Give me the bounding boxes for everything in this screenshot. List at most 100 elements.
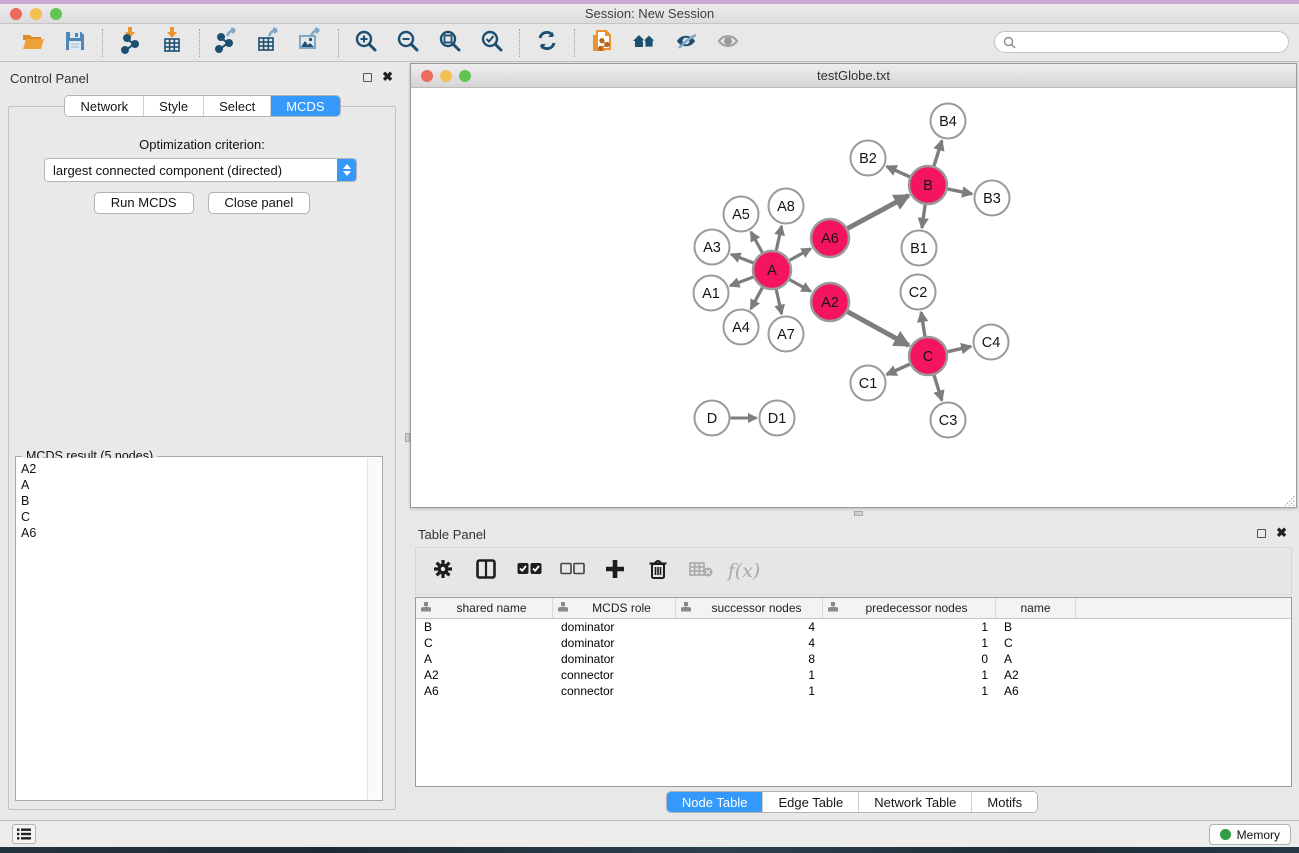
graph-node-B3[interactable]: B3 [975, 181, 1010, 216]
zoom-fit-button[interactable] [434, 28, 466, 58]
graph-edge-A-A4[interactable] [751, 288, 763, 309]
result-list-item[interactable]: A2 [21, 461, 367, 477]
graphics-details-button[interactable] [670, 28, 702, 58]
table-cell[interactable]: 4 [676, 620, 823, 634]
apply-layout-button[interactable] [531, 28, 563, 58]
result-list-item[interactable]: B [21, 493, 367, 509]
open-session-button[interactable] [17, 28, 49, 58]
graph-edge-B-B1[interactable] [922, 205, 925, 228]
app-titlebar[interactable]: Session: New Session [0, 4, 1299, 24]
tab-edge-table[interactable]: Edge Table [762, 792, 858, 812]
column-header-shared-name[interactable]: shared name [416, 598, 553, 618]
close-panel-button[interactable]: Close panel [208, 192, 311, 214]
graph-edge-A6-B[interactable] [848, 195, 909, 228]
graph-node-A8[interactable]: A8 [769, 189, 804, 224]
table-row[interactable]: A6connector11A6 [416, 683, 1291, 699]
table-cell[interactable]: connector [553, 668, 676, 682]
columns-button[interactable] [473, 558, 499, 584]
eye-button[interactable] [712, 28, 744, 58]
graph-node-A3[interactable]: A3 [695, 230, 730, 265]
graph-edge-A-A5[interactable] [751, 232, 762, 253]
table-cell[interactable]: 1 [823, 636, 996, 650]
result-scrollbar[interactable] [367, 458, 381, 799]
horizontal-split-divider[interactable] [410, 508, 1297, 520]
table-row[interactable]: Bdominator41B [416, 619, 1291, 635]
table-cell[interactable]: A2 [416, 668, 553, 682]
network-graph[interactable]: B4B2BB3A8A5A6A3B1AC2A1A2A4A7C4CC1C3DD1 [411, 89, 1296, 507]
table-cell[interactable]: 1 [823, 684, 996, 698]
table-row[interactable]: Adominator80A [416, 651, 1291, 667]
float-panel-icon[interactable] [363, 73, 372, 82]
graph-node-B2[interactable]: B2 [851, 141, 886, 176]
graph-edge-A-A6[interactable] [790, 249, 811, 261]
tab-network[interactable]: Network [65, 96, 143, 116]
table-cell[interactable]: A [996, 652, 1076, 666]
table-row[interactable]: Cdominator41C [416, 635, 1291, 651]
search-input[interactable] [1016, 35, 1288, 49]
close-window-button[interactable] [10, 8, 22, 20]
table-cell[interactable]: 4 [676, 636, 823, 650]
network-zoom-button[interactable] [459, 70, 471, 82]
first-neighbors-button[interactable] [628, 28, 660, 58]
minimize-window-button[interactable] [30, 8, 42, 20]
close-table-panel-icon[interactable]: ✖ [1276, 527, 1287, 539]
graph-edge-C-C3[interactable] [934, 375, 942, 400]
criterion-dropdown[interactable]: largest connected component (directed) [44, 158, 357, 182]
table-cell[interactable]: B [996, 620, 1076, 634]
graph-node-C2[interactable]: C2 [901, 275, 936, 310]
graph-edge-A-A7[interactable] [776, 290, 781, 314]
graph-node-D1[interactable]: D1 [760, 401, 795, 436]
network-close-button[interactable] [421, 70, 433, 82]
table-cell[interactable]: dominator [553, 636, 676, 650]
table-cell[interactable]: connector [553, 684, 676, 698]
table-cell[interactable]: A2 [996, 668, 1076, 682]
graph-node-A1[interactable]: A1 [694, 276, 729, 311]
table-cell[interactable]: A [416, 652, 553, 666]
close-panel-icon[interactable]: ✖ [382, 71, 393, 83]
table-cell[interactable]: 1 [676, 668, 823, 682]
table-cell[interactable]: dominator [553, 620, 676, 634]
graph-edge-C-C2[interactable] [921, 312, 925, 336]
import-network-button[interactable] [114, 28, 146, 58]
graph-node-C[interactable]: C [909, 337, 947, 375]
table-cell[interactable]: B [416, 620, 553, 634]
column-header-predecessor-nodes[interactable]: predecessor nodes [823, 598, 996, 618]
delete-button[interactable] [645, 558, 671, 584]
graph-node-A2[interactable]: A2 [811, 283, 849, 321]
graph-edge-A-A3[interactable] [731, 254, 753, 263]
table-cell[interactable]: A6 [996, 684, 1076, 698]
graph-node-C1[interactable]: C1 [851, 366, 886, 401]
table-cell[interactable]: C [996, 636, 1076, 650]
graph-edge-C-C4[interactable] [948, 346, 971, 351]
table-cell[interactable]: 1 [823, 668, 996, 682]
graph-node-B[interactable]: B [909, 166, 947, 204]
zoom-in-button[interactable] [350, 28, 382, 58]
tab-node-table[interactable]: Node Table [667, 792, 763, 812]
table-cell[interactable]: C [416, 636, 553, 650]
graph-node-D[interactable]: D [695, 401, 730, 436]
graph-node-A[interactable]: A [753, 251, 791, 289]
result-list-item[interactable]: A6 [21, 525, 367, 541]
graph-edge-A2-C[interactable] [848, 312, 909, 346]
export-network-button[interactable] [211, 28, 243, 58]
table-cell[interactable]: A6 [416, 684, 553, 698]
horizontal-split-handle[interactable] [854, 511, 863, 516]
gear-button[interactable] [430, 558, 456, 584]
network-window-titlebar[interactable]: testGlobe.txt [411, 64, 1296, 88]
tab-style[interactable]: Style [143, 96, 203, 116]
network-minimize-button[interactable] [440, 70, 452, 82]
column-header-successor-nodes[interactable]: successor nodes [676, 598, 823, 618]
zoom-window-button[interactable] [50, 8, 62, 20]
import-table-button[interactable] [156, 28, 188, 58]
graph-node-B1[interactable]: B1 [902, 231, 937, 266]
table-cell[interactable]: 1 [676, 684, 823, 698]
export-table-button[interactable] [253, 28, 285, 58]
tab-network-table[interactable]: Network Table [858, 792, 971, 812]
column-header-name[interactable]: name [996, 598, 1076, 618]
graph-node-A6[interactable]: A6 [811, 219, 849, 257]
graph-node-A5[interactable]: A5 [724, 197, 759, 232]
graph-node-C3[interactable]: C3 [931, 403, 966, 438]
graph-edge-C-C1[interactable] [887, 364, 910, 374]
table-cell[interactable]: 0 [823, 652, 996, 666]
tab-motifs[interactable]: Motifs [971, 792, 1037, 812]
